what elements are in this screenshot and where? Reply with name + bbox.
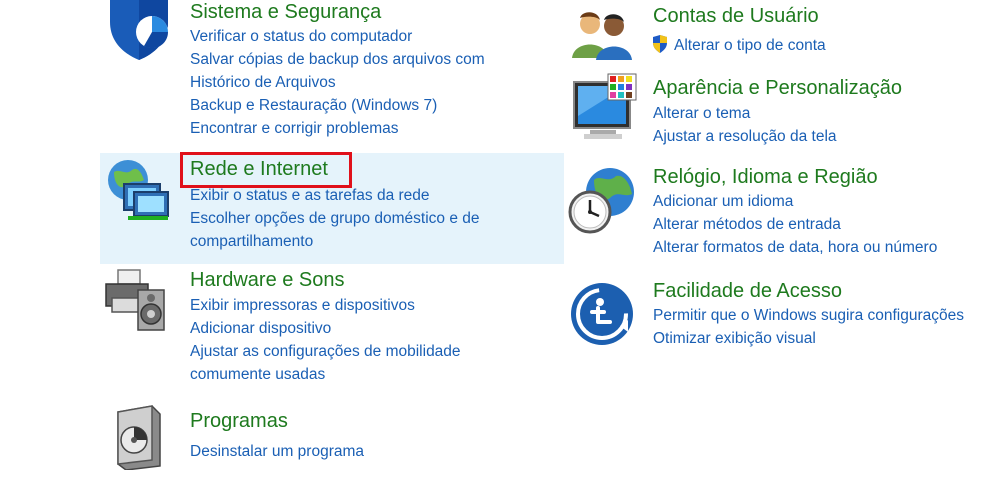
link-printers-devices[interactable]: Exibir impressoras e dispositivos: [190, 294, 461, 317]
link-uninstall-program[interactable]: Desinstalar um programa: [190, 440, 364, 463]
users-icon: [570, 8, 636, 67]
link-check-status[interactable]: Verificar o status do computador: [190, 25, 485, 48]
link-homegroup[interactable]: Escolher opções de grupo doméstico e de: [190, 207, 480, 230]
category-title[interactable]: Hardware e Sons: [190, 268, 345, 292]
category-title[interactable]: Aparência e Personalização: [653, 76, 902, 100]
category-title[interactable]: Programas: [190, 409, 288, 433]
category-title[interactable]: Relógio, Idioma e Região: [653, 165, 878, 189]
link-optimize-visual[interactable]: Otimizar exibição visual: [653, 327, 964, 350]
link-mobility-settings[interactable]: Ajustar as configurações de mobilidade: [190, 340, 461, 363]
link-windows-suggest-settings[interactable]: Permitir que o Windows sugira configuraç…: [653, 304, 964, 327]
link-add-device[interactable]: Adicionar dispositivo: [190, 317, 461, 340]
link-input-methods[interactable]: Alterar métodos de entrada: [653, 213, 937, 236]
monitor-palette-icon: [572, 72, 638, 147]
category-title[interactable]: Rede e Internet: [190, 157, 328, 181]
link-date-time-formats[interactable]: Alterar formatos de data, hora ou número: [653, 236, 937, 259]
link-change-theme[interactable]: Alterar o tema: [653, 102, 837, 125]
link-change-account-type[interactable]: Alterar o tipo de conta: [652, 34, 826, 57]
link-backup-copies[interactable]: Salvar cópias de backup dos arquivos com: [190, 48, 485, 71]
link-screen-resolution[interactable]: Ajustar a resolução da tela: [653, 125, 837, 148]
link-backup-restore[interactable]: Backup e Restauração (Windows 7): [190, 94, 485, 117]
link-file-history[interactable]: Histórico de Arquivos: [190, 71, 485, 94]
printer-speaker-icon: [104, 268, 170, 337]
link-sharing[interactable]: compartilhamento: [190, 230, 480, 253]
link-add-language[interactable]: Adicionar um idioma: [653, 190, 937, 213]
programs-disc-icon: [112, 404, 166, 475]
ease-of-access-icon: [570, 282, 634, 351]
shield-icon: [106, 0, 172, 67]
link-troubleshoot[interactable]: Encontrar e corrigir problemas: [190, 117, 485, 140]
category-title[interactable]: Facilidade de Acesso: [653, 279, 842, 303]
link-network-status[interactable]: Exibir o status e as tarefas da rede: [190, 184, 480, 207]
uac-shield-icon: [653, 35, 667, 53]
clock-globe-icon: [568, 166, 636, 241]
category-title[interactable]: Sistema e Segurança: [190, 0, 381, 24]
network-globe-icon: [104, 158, 172, 227]
link-mobility-settings-cont[interactable]: comumente usadas: [190, 363, 461, 386]
category-title[interactable]: Contas de Usuário: [653, 4, 819, 28]
